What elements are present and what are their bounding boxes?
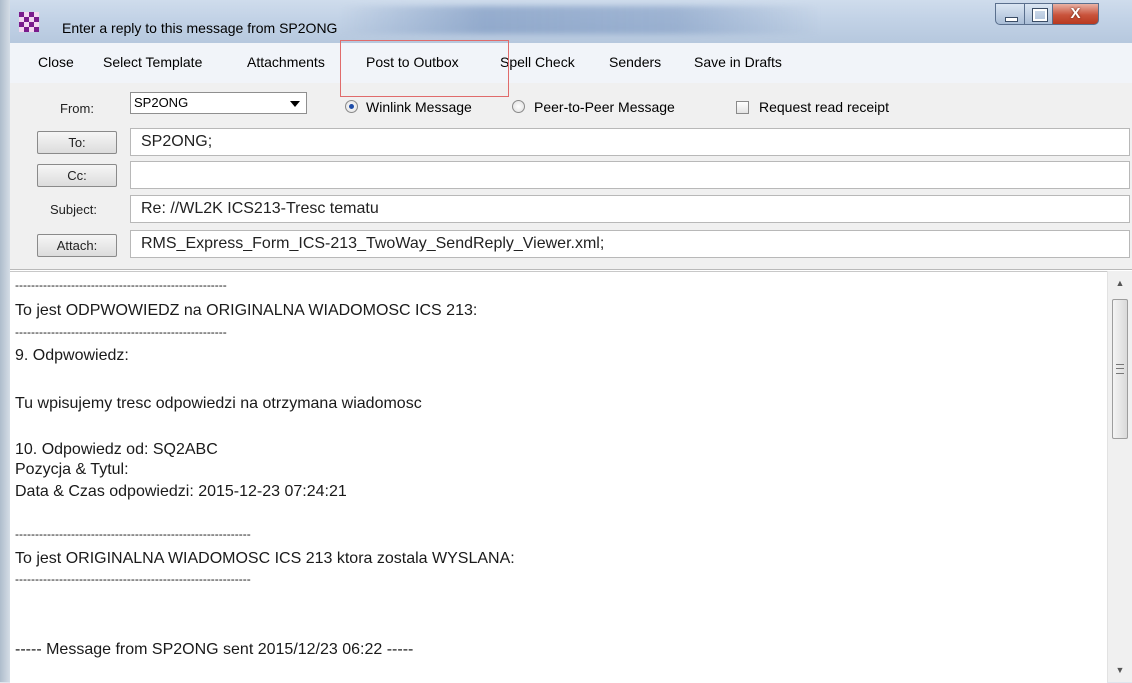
menu-attachments[interactable]: Attachments xyxy=(247,54,325,70)
read-receipt-checkbox[interactable] xyxy=(736,101,749,114)
minimize-button[interactable] xyxy=(995,3,1025,25)
to-field[interactable]: SP2ONG; xyxy=(130,128,1130,156)
menu-spell-check[interactable]: Spell Check xyxy=(500,54,575,70)
from-select-value: SP2ONG xyxy=(134,95,189,110)
close-window-button[interactable]: X xyxy=(1053,3,1099,25)
scroll-down-arrow-icon[interactable]: ▼ xyxy=(1108,660,1132,680)
body-line: 10. Odpowiedz od: SQ2ABC xyxy=(15,441,218,458)
to-button[interactable]: To: xyxy=(37,131,117,154)
scrollbar-thumb[interactable] xyxy=(1112,299,1128,439)
attach-button[interactable]: Attach: xyxy=(37,234,117,257)
menu-select-template[interactable]: Select Template xyxy=(103,54,202,70)
vertical-scrollbar[interactable]: ▲ ▼ xyxy=(1107,271,1132,682)
separator-line: ----------------------------------------… xyxy=(15,572,251,586)
window-title: Enter a reply to this message from SP2ON… xyxy=(62,20,338,36)
message-header-form: From: SP2ONG Winlink Message Peer-to-Pee… xyxy=(10,83,1132,270)
separator-line: ----------------------------------------… xyxy=(15,325,227,339)
message-body[interactable]: ----------------------------------------… xyxy=(10,271,1107,683)
body-line: Tu wpisujemy tresc odpowiedzi na otrzyma… xyxy=(15,395,422,412)
body-line: To jest ORIGINALNA WIADOMOSC ICS 213 kto… xyxy=(15,550,515,567)
close-icon: X xyxy=(1070,5,1081,22)
body-line: 9. Odpwowiedz: xyxy=(15,347,129,364)
menu-close[interactable]: Close xyxy=(38,54,74,70)
body-line: To jest ODPWOWIEDZ na ORIGINALNA WIADOMO… xyxy=(15,302,478,319)
peer-to-peer-radio[interactable] xyxy=(512,100,525,113)
body-line: Pozycja & Tytul: xyxy=(15,461,129,478)
menu-bar: Close Select Template Attachments Post t… xyxy=(10,43,1132,84)
separator-line: ----------------------------------------… xyxy=(15,278,227,292)
subject-label: Subject: xyxy=(50,202,97,217)
from-label: From: xyxy=(60,101,94,116)
cc-button[interactable]: Cc: xyxy=(37,164,117,187)
from-select[interactable]: SP2ONG xyxy=(130,92,307,114)
peer-to-peer-label[interactable]: Peer-to-Peer Message xyxy=(534,99,675,115)
chevron-down-icon xyxy=(290,101,300,107)
read-receipt-label[interactable]: Request read receipt xyxy=(759,99,889,115)
desktop-edge xyxy=(0,0,10,682)
grip-icon xyxy=(1116,364,1124,374)
maximize-button[interactable] xyxy=(1025,3,1053,25)
body-line: ----- Message from SP2ONG sent 2015/12/2… xyxy=(15,641,414,658)
app-icon xyxy=(19,12,39,32)
scroll-up-arrow-icon[interactable]: ▲ xyxy=(1108,273,1132,293)
reply-window: Enter a reply to this message from SP2ON… xyxy=(10,0,1132,683)
cc-field[interactable] xyxy=(130,161,1130,189)
separator-line: ----------------------------------------… xyxy=(15,527,251,541)
menu-senders[interactable]: Senders xyxy=(609,54,661,70)
winlink-message-label[interactable]: Winlink Message xyxy=(366,99,472,115)
body-line: Data & Czas odpowiedzi: 2015-12-23 07:24… xyxy=(15,483,347,500)
winlink-message-radio[interactable] xyxy=(345,100,358,113)
menu-save-in-drafts[interactable]: Save in Drafts xyxy=(694,54,782,70)
title-bar[interactable]: Enter a reply to this message from SP2ON… xyxy=(10,0,1132,43)
menu-post-to-outbox[interactable]: Post to Outbox xyxy=(366,54,459,70)
subject-field[interactable]: Re: //WL2K ICS213-Tresc tematu xyxy=(130,195,1130,223)
attachments-field[interactable]: RMS_Express_Form_ICS-213_TwoWay_SendRepl… xyxy=(130,230,1130,258)
